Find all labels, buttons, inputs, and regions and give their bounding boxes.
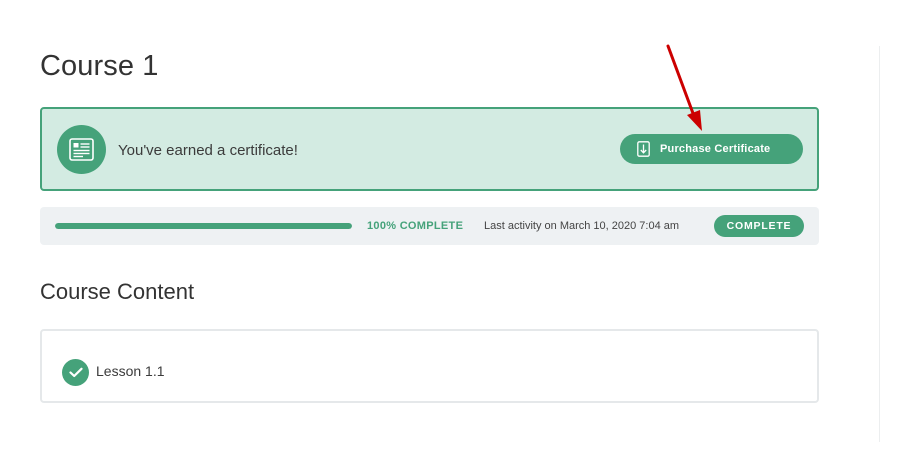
course-content-list: Lesson 1.1 bbox=[40, 329, 819, 403]
page-title: Course 1 bbox=[40, 50, 159, 82]
right-divider bbox=[879, 46, 880, 442]
check-icon bbox=[62, 359, 89, 386]
certificate-banner: You've earned a certificate! Purchase Ce… bbox=[40, 107, 819, 191]
download-icon bbox=[637, 141, 650, 157]
purchase-certificate-button[interactable]: Purchase Certificate bbox=[620, 134, 803, 164]
course-content-heading: Course Content bbox=[40, 279, 195, 304]
purchase-certificate-label: Purchase Certificate bbox=[660, 143, 771, 155]
certificate-message: You've earned a certificate! bbox=[118, 142, 298, 159]
certificate-icon bbox=[57, 125, 106, 174]
last-activity-text: Last activity on March 10, 2020 7:04 am bbox=[484, 220, 680, 232]
status-badge: COMPLETE bbox=[714, 215, 804, 237]
progress-bar bbox=[55, 223, 352, 229]
progress-panel: 100% COMPLETE Last activity on March 10,… bbox=[40, 207, 819, 245]
list-item[interactable]: Lesson 1.1 bbox=[62, 355, 165, 386]
progress-bar-fill bbox=[55, 223, 352, 229]
progress-percent: 100% COMPLETE bbox=[367, 220, 464, 232]
lesson-title[interactable]: Lesson 1.1 bbox=[96, 363, 165, 379]
